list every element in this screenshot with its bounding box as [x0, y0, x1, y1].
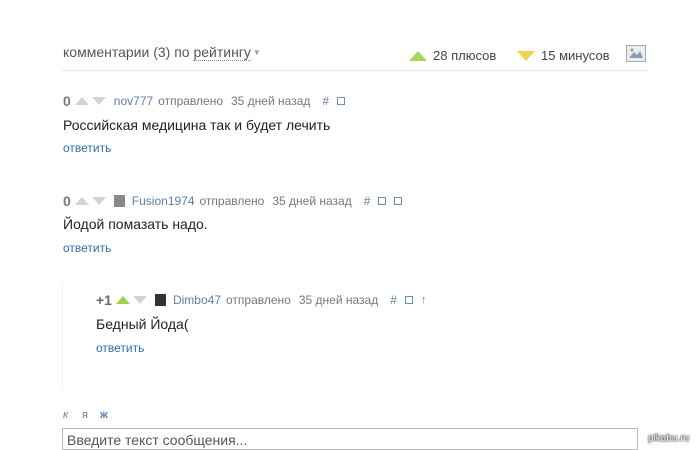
- watermark: pikabu.ru: [648, 433, 690, 444]
- thread-branch-line: [62, 282, 63, 388]
- upvote-icon[interactable]: [74, 97, 89, 105]
- comments-header: комментарии (3) по рейтингу ▼: [63, 44, 261, 61]
- avatar[interactable]: [154, 294, 166, 306]
- comment-text: Йодой помазать надо.: [63, 216, 208, 232]
- downvote-icon[interactable]: [132, 296, 147, 304]
- minuses-count: 15 минусов: [541, 48, 610, 63]
- pluses-count: 28 плюсов: [433, 48, 497, 63]
- comment-meta: 0 Fusion1974 отправлено 35 дней назад #: [63, 193, 410, 209]
- comment-meta: 0 nov777 отправлено 35 дней назад #: [63, 93, 353, 109]
- save-icon[interactable]: [394, 197, 403, 205]
- comment-meta: +1 Dimbo47 отправлено 35 дней назад # ↑: [96, 292, 426, 308]
- quote-button[interactable]: я: [82, 409, 88, 421]
- minus-triangle-icon: [517, 50, 535, 61]
- plus-triangle-icon: [409, 50, 427, 61]
- reply-link[interactable]: ответить: [63, 241, 111, 255]
- save-icon[interactable]: [404, 296, 413, 304]
- comment-author[interactable]: nov777: [114, 94, 153, 108]
- bold-button[interactable]: ж: [100, 409, 108, 421]
- comment-score: 0: [63, 93, 71, 109]
- upvote-icon[interactable]: [74, 197, 89, 205]
- reply-link[interactable]: ответить: [96, 341, 144, 355]
- reply-link[interactable]: ответить: [63, 141, 111, 155]
- comment-score: 0: [63, 193, 71, 209]
- downvote-icon[interactable]: [91, 97, 106, 105]
- upvote-icon[interactable]: [115, 296, 130, 304]
- comment-author[interactable]: Fusion1974: [132, 194, 195, 208]
- permalink-hash[interactable]: #: [364, 194, 371, 208]
- permalink-hash[interactable]: #: [322, 94, 329, 108]
- chevron-down-icon[interactable]: ▼: [253, 48, 261, 57]
- comment-text: Российская медицина так и будет лечить: [63, 117, 331, 133]
- comment-date: 35 дней назад: [272, 194, 352, 208]
- posted-label: отправлено: [226, 293, 291, 307]
- permalink-hash[interactable]: #: [390, 293, 397, 307]
- comment-date: 35 дней назад: [298, 293, 379, 307]
- pluses-stat: 28 плюсов: [409, 48, 496, 63]
- minuses-stat: 15 минусов: [517, 48, 610, 63]
- message-input[interactable]: Введите текст сообщения...: [62, 428, 638, 450]
- comment-author[interactable]: Dimbo47: [173, 293, 221, 307]
- italic-button[interactable]: к: [63, 409, 68, 421]
- downvote-icon[interactable]: [91, 197, 106, 205]
- image-toggle-icon[interactable]: [626, 45, 646, 62]
- comment-date: 35 дней назад: [231, 94, 311, 108]
- avatar[interactable]: [113, 195, 125, 207]
- sort-dropdown[interactable]: рейтингу: [193, 44, 251, 61]
- posted-label: отправлено: [199, 194, 265, 208]
- posted-label: отправлено: [158, 94, 223, 108]
- parent-arrow-icon[interactable]: ↑: [421, 294, 427, 306]
- collapse-icon[interactable]: [378, 197, 387, 205]
- save-icon[interactable]: [337, 97, 346, 105]
- comments-count-label: комментарии (3) по: [63, 44, 190, 60]
- comment-text: Бедный Йода(: [96, 316, 189, 332]
- header-divider: [62, 70, 648, 71]
- comment-score: +1: [96, 292, 112, 308]
